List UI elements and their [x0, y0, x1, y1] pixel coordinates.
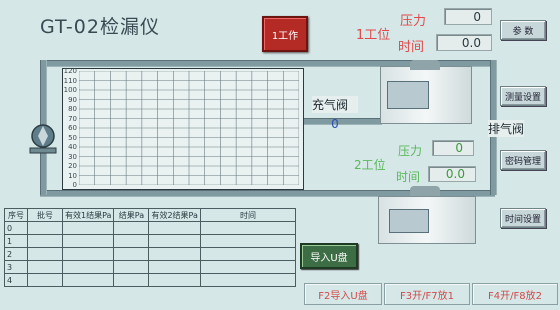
- import-usb-button[interactable]: 导入U盘: [300, 243, 358, 269]
- table-row: 3: [4, 260, 297, 274]
- y-tick-label: 90: [68, 95, 77, 104]
- pump-icon: [29, 124, 57, 154]
- station1-valve-top: [410, 60, 440, 70]
- app-title: GT-02检漏仪: [40, 16, 160, 38]
- table-cell: [148, 273, 201, 287]
- table-row: 0: [4, 221, 297, 235]
- table-cell: [27, 247, 63, 261]
- station2-chamber: [378, 196, 476, 244]
- pressure-chart: 120 110 100 90 80 70 60 50 40 30 20 10 0: [62, 68, 304, 190]
- station-work-button[interactable]: 1工作: [262, 16, 308, 52]
- table-cell: [61, 273, 115, 287]
- time-settings-button[interactable]: 时间设置: [500, 208, 546, 228]
- table-cell: [27, 234, 63, 248]
- chart-grid: [79, 71, 299, 185]
- table-cell: [61, 221, 115, 235]
- row-index: 2: [4, 247, 28, 261]
- station1-piston: [387, 81, 429, 109]
- col-batch: 批号: [27, 208, 63, 222]
- table-cell: [61, 247, 115, 261]
- fill-valve-value: 0: [331, 117, 339, 131]
- col-time: 时间: [199, 208, 297, 222]
- y-tick-label: 110: [63, 76, 77, 85]
- table-cell: [199, 234, 297, 248]
- table-cell: [113, 260, 150, 274]
- station2-piston: [389, 209, 429, 233]
- station2-label: 2工位: [354, 158, 386, 172]
- table-cell: [148, 234, 201, 248]
- station2-valve-top: [410, 186, 440, 196]
- station2-pressure-label: 压力: [398, 144, 423, 158]
- y-tick-label: 40: [68, 143, 77, 151]
- station1-chamber: [380, 66, 472, 124]
- fill-valve-label: 充气阀: [312, 96, 358, 113]
- table-cell: [113, 273, 150, 287]
- params-button[interactable]: 参 数: [500, 20, 546, 40]
- measure-settings-button[interactable]: 测量设置: [500, 86, 546, 106]
- y-tick-label: 30: [68, 152, 77, 161]
- table-cell: [148, 221, 201, 235]
- station1-pressure-value: 0: [444, 8, 492, 25]
- table-row: 4: [4, 273, 297, 287]
- table-cell: [199, 273, 297, 287]
- y-tick-label: 10: [68, 171, 77, 180]
- y-tick-label: 0: [72, 181, 77, 189]
- table-cell: [27, 273, 63, 287]
- col-index: 序号: [4, 208, 28, 222]
- row-index: 1: [4, 234, 28, 248]
- table-row: 2: [4, 247, 297, 261]
- y-tick-label: 60: [68, 124, 77, 132]
- y-tick-label: 100: [63, 86, 77, 94]
- table-cell: [27, 221, 63, 235]
- y-tick-label: 80: [68, 105, 77, 113]
- station2-time-value: 0.0: [428, 166, 476, 182]
- exhaust-valve-label[interactable]: 排气阀: [488, 120, 525, 137]
- station1-label: 1工位: [356, 28, 391, 43]
- f4-key[interactable]: F4开/F8放2: [472, 283, 558, 305]
- password-management-button[interactable]: 密码管理: [500, 150, 546, 170]
- table-cell: [61, 234, 115, 248]
- row-index: 4: [4, 273, 28, 287]
- station2-pressure-value: 0: [432, 140, 474, 156]
- col-result: 结果Pa: [113, 208, 150, 222]
- y-tick-label: 120: [63, 67, 77, 75]
- f2-key[interactable]: F2导入U盘: [304, 283, 382, 305]
- station1-time-label: 时间: [398, 40, 425, 55]
- station1-time-value: 0.0: [436, 34, 492, 51]
- table-cell: [113, 221, 150, 235]
- table-row: 1: [4, 234, 297, 248]
- f3-key[interactable]: F3开/F7放1: [384, 283, 470, 305]
- row-index: 0: [4, 221, 28, 235]
- result-table: 序号 批号 有效1结果Pa 结果Pa 有效2结果Pa 时间 01234: [4, 208, 297, 287]
- col-valid1: 有效1结果Pa: [61, 208, 115, 222]
- y-tick-label: 50: [68, 133, 77, 142]
- fill-valve[interactable]: 充气阀 0: [312, 96, 358, 131]
- station1-pressure-label: 压力: [400, 14, 427, 29]
- table-cell: [61, 260, 115, 274]
- table-cell: [113, 247, 150, 261]
- table-cell: [148, 260, 201, 274]
- row-index: 3: [4, 260, 28, 274]
- table-cell: [27, 260, 63, 274]
- station2-time-label: 时间: [396, 170, 421, 184]
- col-valid2: 有效2结果Pa: [148, 208, 201, 222]
- y-tick-label: 70: [68, 114, 77, 123]
- table-cell: [113, 234, 150, 248]
- table-cell: [199, 221, 297, 235]
- table-cell: [148, 247, 201, 261]
- table-cell: [199, 260, 297, 274]
- table-cell: [199, 247, 297, 261]
- y-tick-label: 20: [68, 162, 77, 170]
